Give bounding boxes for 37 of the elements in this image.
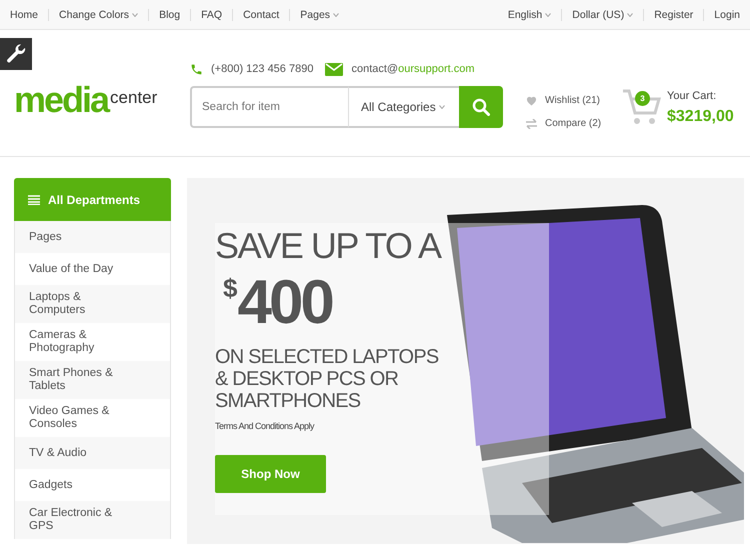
- banner-subline: ON SELECTED LAPTOPS & DESKTOP PCS OR SMARTPHONES: [215, 346, 440, 412]
- menu-icon: [28, 194, 40, 204]
- cart-count-badge: 3: [635, 91, 650, 106]
- logo-subtext: center: [110, 89, 158, 106]
- discount-amount: $400: [223, 272, 332, 334]
- compare-icon: [526, 118, 537, 128]
- top-nav-link[interactable]: Blog: [159, 8, 180, 20]
- top-nav-link[interactable]: Dollar (US): [572, 8, 624, 20]
- search-icon: [472, 98, 490, 116]
- top-nav-link[interactable]: Contact: [243, 8, 280, 20]
- wrench-icon[interactable]: [0, 38, 32, 70]
- cart-label: Your Cart:: [667, 89, 718, 104]
- cart-icon[interactable]: [621, 88, 661, 126]
- caret-icon: [438, 105, 445, 109]
- department-item[interactable]: Car Electronic & GPS: [14, 501, 171, 539]
- heart-icon: [526, 96, 537, 106]
- department-item[interactable]: TV & Audio: [14, 437, 171, 469]
- top-nav-link[interactable]: English: [508, 8, 542, 20]
- top-nav-link[interactable]: Home: [10, 8, 38, 20]
- top-nav-link[interactable]: Pages: [300, 8, 330, 20]
- department-item[interactable]: Laptops & Computers: [14, 285, 171, 323]
- department-item[interactable]: Pages: [14, 221, 171, 253]
- banner-headline: SAVE UP TO A: [215, 228, 442, 264]
- phone-icon: [190, 62, 203, 76]
- top-nav-link[interactable]: FAQ: [201, 8, 222, 20]
- terms-note: Terms And Conditions Apply: [215, 420, 316, 433]
- top-nav-link[interactable]: Register: [654, 8, 694, 20]
- search-button[interactable]: [459, 86, 503, 128]
- search-field[interactable]: Search for item: [190, 86, 348, 128]
- envelope-icon: [325, 62, 344, 76]
- top-nav-link[interactable]: Change Colors: [59, 8, 130, 20]
- phone-number: (+800) 123 456 7890: [211, 62, 314, 77]
- compare-link[interactable]: Compare (2): [545, 116, 602, 131]
- department-item[interactable]: Smart Phones & Tablets: [14, 361, 171, 399]
- email-address[interactable]: contact@oursupport.com: [351, 60, 475, 78]
- top-nav-link[interactable]: Login: [714, 8, 740, 20]
- wishlist-link[interactable]: Wishlist (21): [545, 93, 600, 108]
